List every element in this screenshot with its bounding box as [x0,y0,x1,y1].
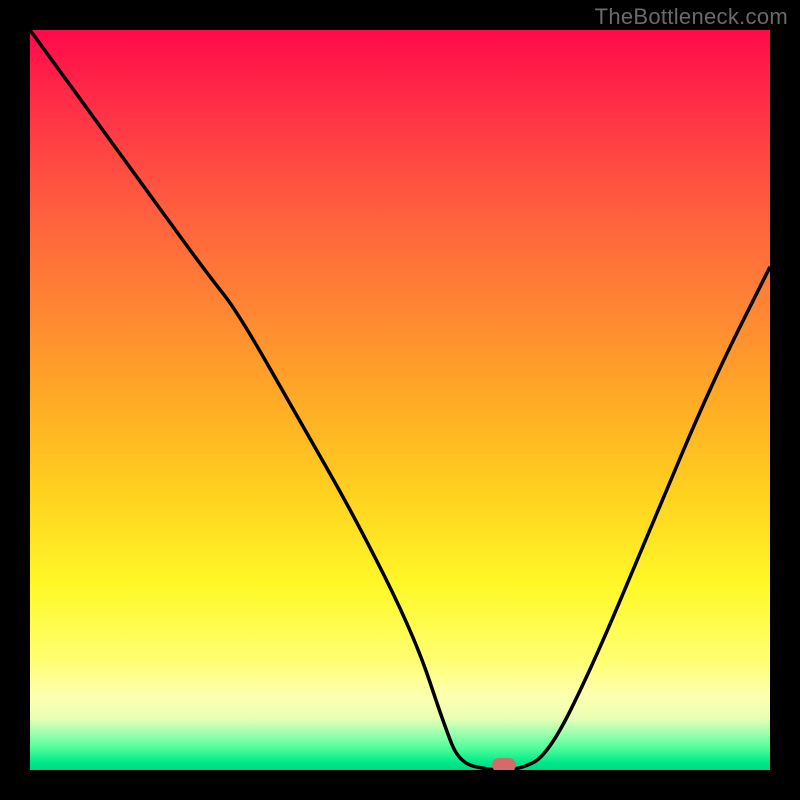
bottleneck-curve [30,30,770,770]
watermark-text: TheBottleneck.com [595,4,788,30]
plot-area [30,30,770,770]
optimal-marker [492,758,516,770]
chart-frame: TheBottleneck.com [0,0,800,800]
